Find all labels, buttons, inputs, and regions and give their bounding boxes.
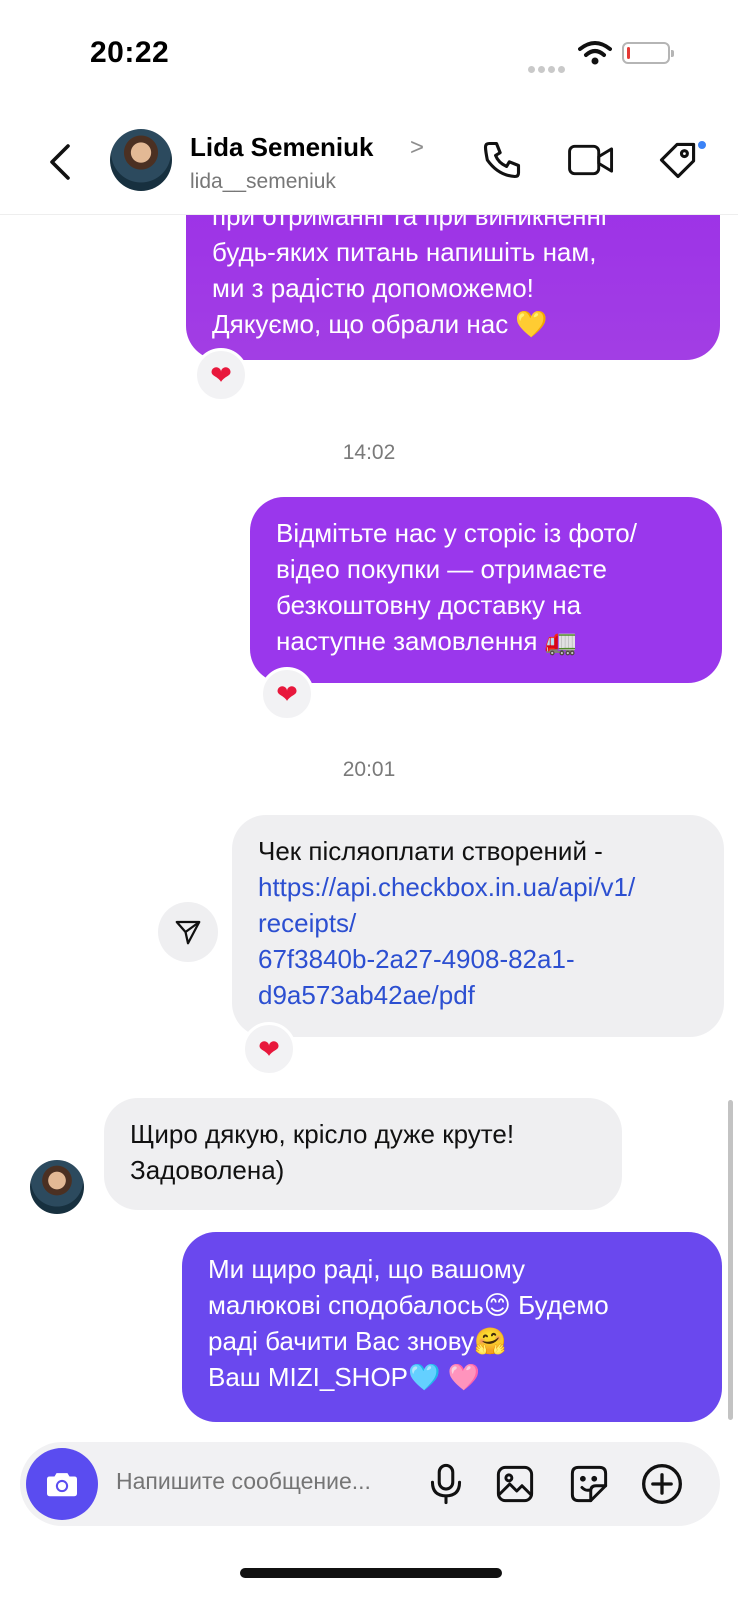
receipt-link[interactable]: receipts/ bbox=[258, 905, 698, 941]
phone-icon[interactable] bbox=[480, 138, 524, 182]
tag-icon[interactable] bbox=[656, 138, 700, 182]
incoming-message[interactable]: Щиро дякую, крісло дуже круте! Задоволен… bbox=[104, 1098, 622, 1210]
heart-reaction[interactable]: ❤ bbox=[260, 667, 314, 721]
incoming-message[interactable]: Чек післяоплати створений - https://api.… bbox=[232, 815, 724, 1037]
video-icon[interactable] bbox=[567, 140, 615, 180]
message-line: Щиро дякую, крісло дуже круте! bbox=[130, 1119, 515, 1149]
microphone-icon[interactable] bbox=[427, 1462, 465, 1506]
battery-icon bbox=[622, 42, 674, 64]
share-button[interactable] bbox=[158, 902, 218, 962]
send-icon bbox=[175, 920, 201, 945]
message-line: Дякуємо, що обрали нас 💛 bbox=[212, 309, 548, 339]
status-bar: 20:22 bbox=[0, 0, 738, 110]
message-line: Ми щиро раді, що вашому bbox=[208, 1254, 526, 1284]
contact-name[interactable]: Lida Semeniuk bbox=[190, 132, 374, 163]
signal-icon bbox=[528, 60, 568, 73]
message-line: наступне замовлення 🚛 bbox=[276, 626, 578, 656]
scrollbar[interactable] bbox=[728, 1100, 733, 1420]
camera-button[interactable] bbox=[26, 1448, 98, 1520]
receipt-link[interactable]: 67f3840b-2a27-4908-82a1- bbox=[258, 941, 698, 977]
avatar[interactable] bbox=[110, 129, 172, 191]
gallery-icon[interactable] bbox=[494, 1463, 536, 1505]
message-line: Чек післяоплати створений - bbox=[258, 836, 603, 866]
contact-username: lida__semeniuk bbox=[190, 170, 336, 193]
outgoing-message[interactable]: Ми щиро раді, що вашому малюкові сподоба… bbox=[182, 1232, 722, 1422]
sticker-icon[interactable] bbox=[568, 1463, 610, 1505]
battery-level bbox=[627, 47, 630, 59]
receipt-link[interactable]: https://api.checkbox.in.ua/api/v1/ bbox=[258, 869, 698, 905]
chevron-left-icon[interactable] bbox=[42, 140, 78, 184]
chat-header: Lida Semeniuk > lida__semeniuk bbox=[0, 110, 738, 215]
outgoing-message[interactable]: Відмітьте нас у сторіс із фото/ відео по… bbox=[250, 497, 722, 683]
message-line: малюкові сподобалось😊 Будемо bbox=[208, 1290, 609, 1320]
message-line: Відмітьте нас у сторіс із фото/ bbox=[276, 518, 637, 548]
plus-icon[interactable] bbox=[640, 1462, 684, 1506]
heart-reaction[interactable]: ❤ bbox=[194, 348, 248, 402]
heart-reaction[interactable]: ❤ bbox=[242, 1022, 296, 1076]
home-indicator[interactable] bbox=[240, 1568, 502, 1578]
message-composer bbox=[20, 1442, 720, 1526]
message-timestamp: 20:01 bbox=[342, 758, 396, 781]
message-line: Задоволена) bbox=[130, 1155, 285, 1185]
avatar[interactable] bbox=[30, 1160, 84, 1214]
message-line: Ваш MIZI_SHOP🩵 🩷 bbox=[208, 1362, 480, 1392]
status-time: 20:22 bbox=[90, 36, 170, 69]
message-line: ми з радістю допоможемо! bbox=[212, 273, 534, 303]
message-timestamp: 14:02 bbox=[342, 441, 396, 464]
message-thread: при отриманні та при виникненні будь-яки… bbox=[0, 0, 738, 1600]
chevron-right-icon[interactable]: > bbox=[410, 134, 424, 162]
unread-badge bbox=[696, 139, 708, 151]
message-input[interactable] bbox=[116, 1468, 416, 1495]
message-line: раді бачити Вас знову🤗 bbox=[208, 1326, 507, 1356]
wifi-icon bbox=[578, 41, 612, 65]
message-line: безкоштовну доставку на bbox=[276, 590, 582, 620]
message-line: відео покупки — отримаєте bbox=[276, 554, 607, 584]
camera-icon bbox=[47, 1473, 77, 1497]
receipt-link[interactable]: d9a573ab42ae/pdf bbox=[258, 977, 698, 1013]
message-line: будь-яких питань напишіть нам, bbox=[212, 237, 597, 267]
